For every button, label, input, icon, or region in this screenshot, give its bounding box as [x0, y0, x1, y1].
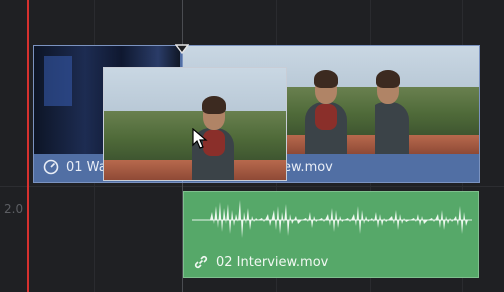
audio-waveform	[192, 200, 472, 238]
clip-name: 02 Interview.mov	[216, 254, 329, 270]
thumbnail-frame	[287, 46, 375, 154]
link-icon	[192, 253, 210, 271]
clip-name-bar: 02 Interview.mov	[184, 247, 478, 277]
thumbnail-frame	[375, 46, 479, 154]
clip-name: 01 Wa	[66, 159, 107, 175]
track-divider	[0, 186, 504, 187]
playhead[interactable]	[27, 0, 29, 292]
audio-clip-02[interactable]: 02 Interview.mov	[183, 191, 479, 278]
speed-gauge-icon	[42, 158, 60, 176]
dragged-clip-preview[interactable]	[103, 67, 287, 181]
snap-marker-icon	[175, 44, 189, 54]
mouse-pointer-icon	[192, 128, 208, 149]
timeline[interactable]: 2.0 01 Wa ew.mov 02 Interview.mov	[0, 0, 504, 292]
audio-track-label: 2.0	[4, 202, 24, 216]
clip-name: ew.mov	[283, 159, 333, 175]
